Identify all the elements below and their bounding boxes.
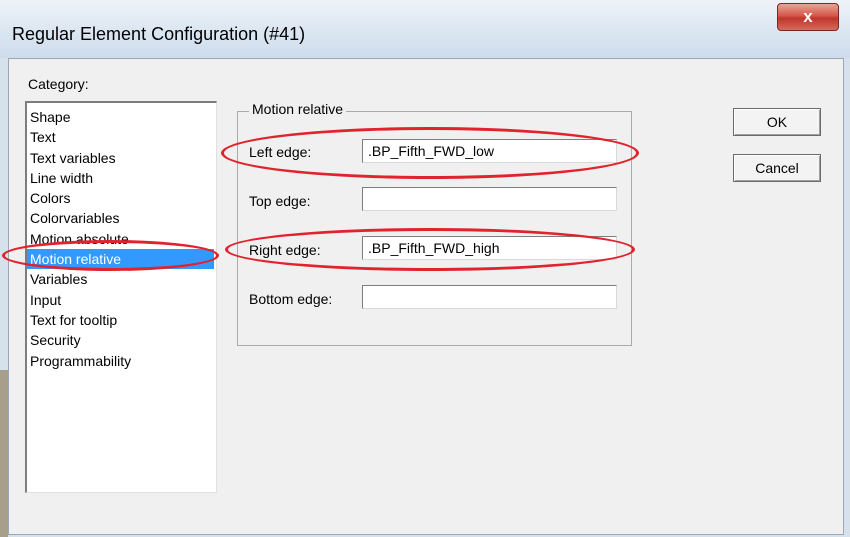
close-button[interactable]: x xyxy=(777,3,839,31)
category-item-colorvariables[interactable]: Colorvariables xyxy=(27,208,216,228)
top-edge-label: Top edge: xyxy=(249,193,311,209)
category-item-input[interactable]: Input xyxy=(27,290,216,310)
bottom-edge-input[interactable] xyxy=(362,285,617,309)
window-title: Regular Element Configuration (#41) xyxy=(12,24,306,44)
group-title: Motion relative xyxy=(249,101,347,117)
bottom-edge-label: Bottom edge: xyxy=(249,291,333,307)
category-item-text[interactable]: Text xyxy=(27,127,216,147)
background-strip xyxy=(0,370,8,537)
category-item-colors[interactable]: Colors xyxy=(27,188,216,208)
category-item-security[interactable]: Security xyxy=(27,330,216,350)
category-item-text-for-tooltip[interactable]: Text for tooltip xyxy=(27,310,216,330)
highlight-ellipse-right-edge xyxy=(225,228,635,271)
category-item-shape[interactable]: Shape xyxy=(27,107,216,127)
category-list[interactable]: Shape Text Text variables Line width Col… xyxy=(25,101,217,493)
category-label: Category: xyxy=(28,76,89,92)
cancel-button[interactable]: Cancel xyxy=(733,154,821,182)
category-item-variables[interactable]: Variables xyxy=(27,269,216,289)
top-edge-input[interactable] xyxy=(362,187,617,211)
highlight-ellipse-left-edge xyxy=(221,127,639,179)
category-item-programmability[interactable]: Programmability xyxy=(27,351,216,371)
highlight-ellipse-category xyxy=(2,240,219,271)
category-item-line-width[interactable]: Line width xyxy=(27,168,216,188)
category-item-text-variables[interactable]: Text variables xyxy=(27,148,216,168)
title-bar: Regular Element Configuration (#41) x xyxy=(0,0,850,58)
ok-button[interactable]: OK xyxy=(733,108,821,136)
